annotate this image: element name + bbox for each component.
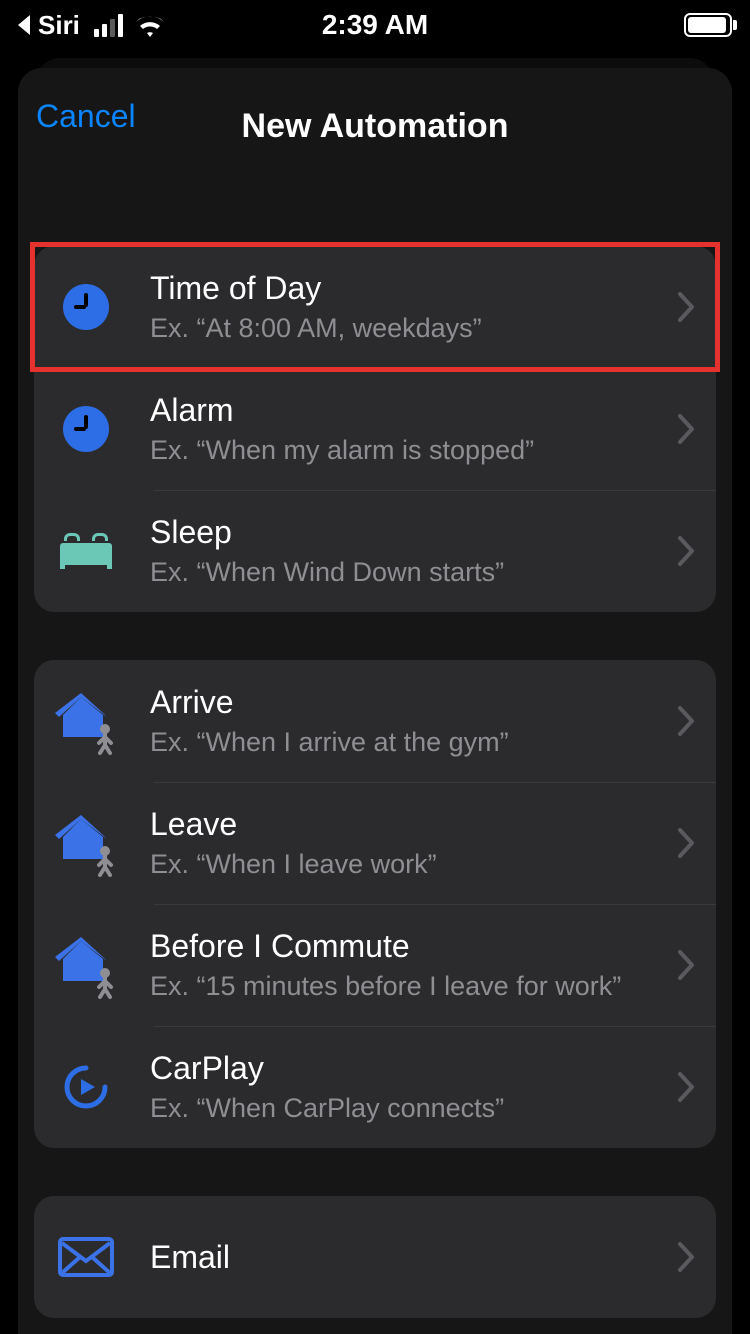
chevron-right-icon — [676, 1240, 696, 1274]
row-subtitle: Ex. “15 minutes before I leave for work” — [150, 971, 668, 1002]
status-bar: Siri 2:39 AM — [0, 0, 750, 50]
status-bar-time: 2:39 AM — [322, 9, 428, 41]
status-bar-right — [684, 13, 732, 37]
row-icon-wrap — [50, 1062, 122, 1112]
row-text: Before I Commute Ex. “15 minutes before I… — [122, 928, 668, 1002]
row-subtitle: Ex. “When I leave work” — [150, 849, 668, 880]
row-icon-wrap — [50, 533, 122, 569]
row-title: Time of Day — [150, 270, 668, 307]
row-text: Sleep Ex. “When Wind Down starts” — [122, 514, 668, 588]
chevron-right-icon — [676, 704, 696, 738]
trigger-row[interactable]: Time of Day Ex. “At 8:00 AM, weekdays” — [34, 246, 716, 368]
trigger-group: Time of Day Ex. “At 8:00 AM, weekdays” Ala… — [34, 246, 716, 612]
row-icon-wrap — [50, 1237, 122, 1277]
row-subtitle: Ex. “When I arrive at the gym” — [150, 727, 668, 758]
trigger-row[interactable]: Leave Ex. “When I leave work” — [34, 782, 716, 904]
row-icon-wrap — [50, 815, 122, 871]
row-subtitle: Ex. “When Wind Down starts” — [150, 557, 668, 588]
chevron-right-icon — [676, 534, 696, 568]
chevron-right-icon — [676, 290, 696, 324]
clock-icon — [63, 284, 109, 330]
row-title: Arrive — [150, 684, 668, 721]
chevron-right-icon — [676, 412, 696, 446]
status-bar-left: Siri — [18, 10, 165, 41]
row-title: Email — [150, 1239, 668, 1276]
house-person-icon — [55, 693, 117, 749]
trigger-row[interactable]: Arrive Ex. “When I arrive at the gym” — [34, 660, 716, 782]
row-title: Sleep — [150, 514, 668, 551]
trigger-row[interactable]: Before I Commute Ex. “15 minutes before I… — [34, 904, 716, 1026]
trigger-row[interactable]: Alarm Ex. “When my alarm is stopped” — [34, 368, 716, 490]
cancel-button[interactable]: Cancel — [36, 98, 136, 135]
chevron-right-icon — [676, 1070, 696, 1104]
row-text: Arrive Ex. “When I arrive at the gym” — [122, 684, 668, 758]
row-subtitle: Ex. “When my alarm is stopped” — [150, 435, 668, 466]
trigger-row[interactable]: Email — [34, 1196, 716, 1318]
mail-icon — [58, 1237, 114, 1277]
row-title: CarPlay — [150, 1050, 668, 1087]
row-title: Before I Commute — [150, 928, 668, 965]
trigger-group: Email — [34, 1196, 716, 1318]
chevron-right-icon — [676, 826, 696, 860]
row-text: Time of Day Ex. “At 8:00 AM, weekdays” — [122, 270, 668, 344]
row-text: Leave Ex. “When I leave work” — [122, 806, 668, 880]
bed-icon — [60, 533, 112, 569]
chevron-right-icon — [676, 948, 696, 982]
trigger-row[interactable]: CarPlay Ex. “When CarPlay connects” — [34, 1026, 716, 1148]
row-text: CarPlay Ex. “When CarPlay connects” — [122, 1050, 668, 1124]
carplay-icon — [61, 1062, 111, 1112]
row-title: Alarm — [150, 392, 668, 429]
trigger-group: Arrive Ex. “When I arrive at the gym” Leav… — [34, 660, 716, 1148]
back-app-label[interactable]: Siri — [38, 10, 80, 41]
battery-icon — [684, 13, 732, 37]
wifi-icon — [135, 14, 165, 36]
house-person-icon — [55, 937, 117, 993]
sheet-header: Cancel New Automation — [18, 98, 732, 154]
back-triangle-icon[interactable] — [18, 15, 30, 35]
cellular-signal-icon — [94, 14, 123, 37]
row-text: Alarm Ex. “When my alarm is stopped” — [122, 392, 668, 466]
house-person-icon — [55, 815, 117, 871]
trigger-row[interactable]: Sleep Ex. “When Wind Down starts” — [34, 490, 716, 612]
row-text: Email — [122, 1239, 668, 1276]
row-icon-wrap — [50, 406, 122, 452]
row-icon-wrap — [50, 937, 122, 993]
automation-sheet: Cancel New Automation Time of Day Ex. “At… — [18, 68, 732, 1334]
sheet-title: New Automation — [242, 107, 509, 146]
row-subtitle: Ex. “At 8:00 AM, weekdays” — [150, 313, 668, 344]
row-subtitle: Ex. “When CarPlay connects” — [150, 1093, 668, 1124]
row-icon-wrap — [50, 284, 122, 330]
clock-icon — [63, 406, 109, 452]
row-icon-wrap — [50, 693, 122, 749]
row-title: Leave — [150, 806, 668, 843]
